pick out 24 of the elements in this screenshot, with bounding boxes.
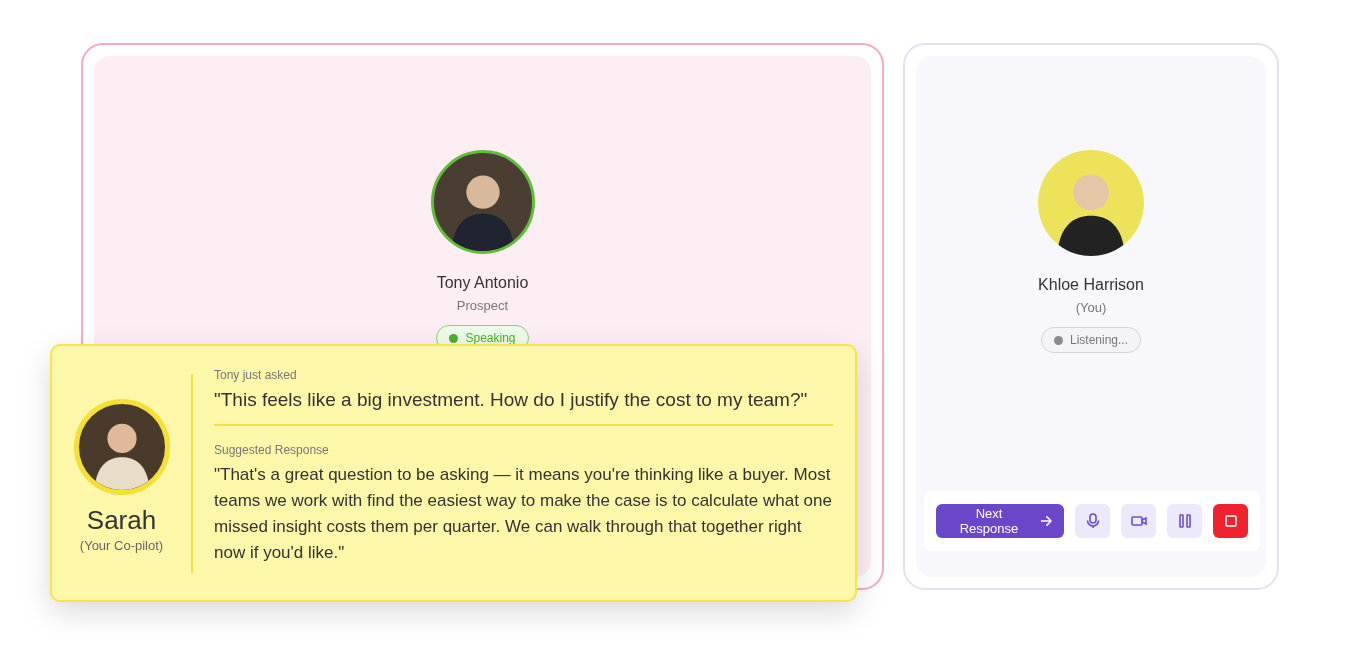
copilot-role: (Your Co-pilot)	[79, 538, 164, 553]
person-name: Tony Antonio	[436, 274, 529, 292]
person-name: Khloe Harrison	[1038, 276, 1144, 294]
pause-button[interactable]	[1167, 504, 1202, 538]
stop-button[interactable]	[1213, 504, 1248, 538]
copilot-name: Sarah	[86, 505, 157, 536]
response-text: "That's a great question to be asking — it means you're thinking like a buyer. Most teams we work with find the easiest way to make the case is to calculate what one missed insight costs them per quarter. We can walk through that together right now if you'd like."	[214, 464, 833, 564]
stop-icon	[1224, 515, 1237, 527]
status-label: Listening...	[1069, 333, 1128, 347]
status-label: Speaking	[465, 331, 516, 345]
status-dot	[1053, 335, 1063, 345]
status-dot	[449, 333, 459, 343]
question-label: Tony just asked	[214, 368, 298, 382]
video-camera-button[interactable]	[1121, 504, 1156, 538]
arrow-right-icon	[1040, 515, 1052, 527]
next-response-button[interactable]: Next Response	[936, 504, 1064, 538]
person-role: Prospect	[456, 298, 509, 313]
question-text: "This feels like a big investment. How do I justify the cost to my team?"	[214, 389, 809, 411]
response-label: Suggested Response	[214, 443, 330, 457]
pause-icon	[1178, 514, 1191, 528]
person-role: (You)	[1075, 300, 1107, 315]
video-camera-icon	[1130, 515, 1147, 527]
microphone-icon	[1085, 513, 1100, 529]
microphone-button[interactable]	[1075, 504, 1110, 538]
